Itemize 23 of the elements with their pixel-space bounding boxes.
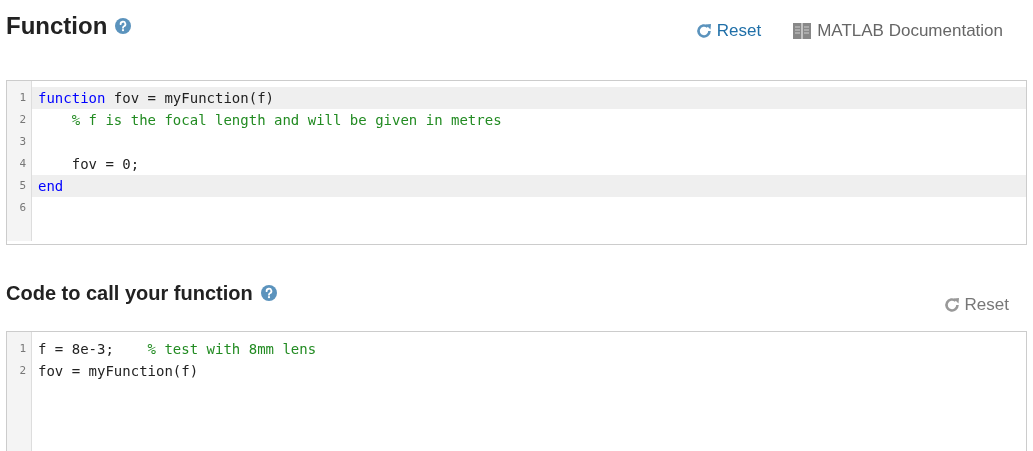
line-number: 2: [18, 112, 27, 128]
line-number: 5: [18, 178, 27, 194]
refresh-icon: [694, 21, 713, 40]
book-icon: [793, 22, 812, 39]
line-number: 2: [18, 363, 27, 379]
code-line: fov = 0;: [70, 155, 141, 174]
code-line: fov = myFunction(f): [37, 362, 200, 381]
documentation-link[interactable]: MATLAB Documentation: [793, 18, 1003, 44]
section-title: Function: [6, 11, 108, 41]
line-number: 1: [18, 90, 27, 106]
line-number: 4: [18, 156, 27, 172]
code-line: % f is the focal length and will be given in metres: [70, 111, 503, 130]
section-title: Code to call your function: [6, 281, 253, 306]
help-icon[interactable]: [115, 18, 132, 34]
line-number: 1: [18, 341, 27, 357]
refresh-icon: [942, 295, 961, 314]
line-number: 6: [18, 200, 27, 216]
code-editor[interactable]: 1 2 f = 8e-3; % test with 8mm lens fov = myFunction(f): [6, 331, 1027, 451]
code-line: f = 8e-3; % test with 8mm lens: [37, 340, 318, 359]
help-icon[interactable]: [260, 285, 277, 301]
reset-button[interactable]: Reset: [694, 18, 762, 44]
line-number: 3: [18, 134, 27, 150]
code-editor[interactable]: 1 2 3 4 5 6 function fov = myFunction(f) % f is the focal length and will be given in metres fov = 0; end: [6, 80, 1027, 245]
